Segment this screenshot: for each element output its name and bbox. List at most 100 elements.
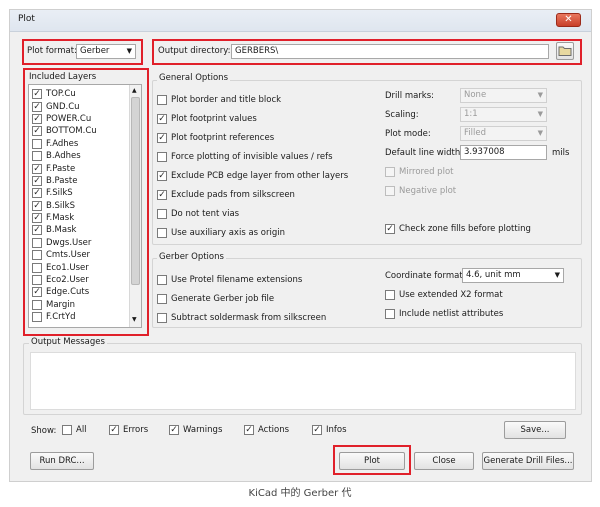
check-zone-fills-box[interactable]: ✓ — [385, 224, 395, 234]
layer-item-box[interactable]: ✓ — [32, 188, 42, 199]
general-option-checkbox[interactable]: Force plotting of invisible values / ref… — [157, 147, 348, 166]
drill-marks-select[interactable]: None ▼ — [460, 88, 547, 103]
layer-item-checkbox[interactable]: ✓ TOP.Cu — [32, 88, 97, 100]
scaling-select[interactable]: 1:1 ▼ — [460, 107, 547, 122]
layer-item-box[interactable]: ✓ — [32, 89, 42, 100]
extended-x2-checkbox[interactable]: Use extended X2 format — [385, 290, 503, 300]
layer-item-box[interactable]: ✓ — [32, 175, 42, 186]
layer-item-checkbox[interactable]: Eco1.User — [32, 261, 97, 273]
gerber-option-box[interactable] — [157, 313, 167, 324]
layer-item-box[interactable] — [32, 250, 42, 261]
show-actions-box[interactable]: ✓ — [244, 425, 254, 435]
general-option-box[interactable] — [157, 151, 167, 162]
show-infos-box[interactable]: ✓ — [312, 425, 322, 435]
coordinate-format-select[interactable]: 4.6, unit mm ▼ — [462, 268, 564, 283]
show-all-box[interactable] — [62, 425, 72, 435]
gerber-option-checkbox[interactable]: Subtract soldermask from silkscreen — [157, 309, 326, 328]
layer-item-checkbox[interactable]: ✓ BOTTOM.Cu — [32, 125, 97, 137]
layer-item-checkbox[interactable]: ✓ GND.Cu — [32, 100, 97, 112]
line-width-input[interactable]: 3.937008 — [460, 145, 547, 160]
show-infos-checkbox[interactable]: ✓ Infos — [312, 425, 347, 435]
layer-item-checkbox[interactable]: Cmts.User — [32, 249, 97, 261]
scroll-up-icon[interactable]: ▲ — [132, 87, 137, 94]
generate-drill-files-button[interactable]: Generate Drill Files... — [482, 452, 574, 470]
general-option-box[interactable]: ✓ — [157, 132, 167, 143]
scroll-down-icon[interactable]: ▼ — [132, 316, 137, 323]
save-button[interactable]: Save... — [504, 421, 566, 439]
gerber-option-checkbox[interactable]: Use Protel filename extensions — [157, 270, 326, 289]
show-actions-checkbox[interactable]: ✓ Actions — [244, 425, 289, 435]
show-warnings-box[interactable]: ✓ — [169, 425, 179, 435]
layer-item-checkbox[interactable]: ✓ POWER.Cu — [32, 113, 97, 125]
general-option-checkbox[interactable]: Plot border and title block — [157, 90, 348, 109]
close-button[interactable]: Close — [414, 452, 474, 470]
layer-item-checkbox[interactable]: Margin — [32, 299, 97, 311]
browse-folder-button[interactable] — [556, 42, 574, 60]
general-option-checkbox[interactable]: ✓ Plot footprint references — [157, 128, 348, 147]
layer-item-checkbox[interactable]: Dwgs.User — [32, 237, 97, 249]
general-option-checkbox[interactable]: Do not tent vias — [157, 205, 348, 224]
drill-marks-label: Drill marks: — [385, 91, 435, 101]
gerber-option-box[interactable] — [157, 274, 167, 285]
window-close-button[interactable]: ✕ — [556, 13, 581, 27]
layer-item-checkbox[interactable]: ✓ F.Paste — [32, 162, 97, 174]
mirrored-plot-checkbox[interactable]: Mirrored plot — [385, 167, 453, 177]
general-option-box[interactable]: ✓ — [157, 170, 167, 181]
layer-item-box[interactable]: ✓ — [32, 287, 42, 298]
layer-item-checkbox[interactable]: ✓ B.Mask — [32, 224, 97, 236]
general-option-checkbox[interactable]: Use auxiliary axis as origin — [157, 224, 348, 243]
layer-item-box[interactable] — [32, 138, 42, 149]
layer-item-box[interactable] — [32, 312, 42, 323]
gerber-option-checkbox[interactable]: Generate Gerber job file — [157, 289, 326, 308]
layer-item-box[interactable] — [32, 275, 42, 286]
layer-item-checkbox[interactable]: ✓ B.SilkS — [32, 200, 97, 212]
show-errors-checkbox[interactable]: ✓ Errors — [109, 425, 148, 435]
extended-x2-box[interactable] — [385, 290, 395, 300]
general-option-checkbox[interactable]: ✓ Plot footprint values — [157, 109, 348, 128]
layer-item-checkbox[interactable]: B.Adhes — [32, 150, 97, 162]
layer-item-box[interactable]: ✓ — [32, 200, 42, 211]
layer-item-box[interactable]: ✓ — [32, 163, 42, 174]
layer-item-box[interactable] — [32, 262, 42, 273]
show-errors-box[interactable]: ✓ — [109, 425, 119, 435]
output-directory-input[interactable]: GERBERS\ — [231, 44, 549, 59]
layer-item-checkbox[interactable]: ✓ B.Paste — [32, 175, 97, 187]
layer-item-checkbox[interactable]: F.CrtYd — [32, 311, 97, 323]
layer-item-box[interactable]: ✓ — [32, 126, 42, 137]
layer-item-checkbox[interactable]: ✓ Edge.Cuts — [32, 286, 97, 298]
plot-button[interactable]: Plot — [339, 452, 405, 470]
layer-item-checkbox[interactable]: Eco2.User — [32, 274, 97, 286]
output-messages-area[interactable] — [30, 352, 576, 410]
layer-item-box[interactable] — [32, 299, 42, 310]
run-drc-button[interactable]: Run DRC... — [30, 452, 94, 470]
layer-item-box[interactable] — [32, 151, 42, 162]
show-all-checkbox[interactable]: All — [62, 425, 87, 435]
layer-item-box[interactable]: ✓ — [32, 101, 42, 112]
general-option-box[interactable] — [157, 228, 167, 239]
netlist-attributes-checkbox[interactable]: Include netlist attributes — [385, 309, 503, 319]
show-warnings-checkbox[interactable]: ✓ Warnings — [169, 425, 222, 435]
general-option-checkbox[interactable]: ✓ Exclude pads from silkscreen — [157, 185, 348, 204]
gerber-option-box[interactable] — [157, 293, 167, 304]
general-option-box[interactable]: ✓ — [157, 190, 167, 201]
plot-mode-select[interactable]: Filled ▼ — [460, 126, 547, 141]
layers-scrollbar[interactable]: ▲ ▼ — [129, 85, 141, 327]
layers-scroll-thumb[interactable] — [131, 97, 140, 285]
negative-plot-box[interactable] — [385, 186, 395, 196]
check-zone-fills-checkbox[interactable]: ✓ Check zone fills before plotting — [385, 224, 531, 234]
layer-item-box[interactable]: ✓ — [32, 213, 42, 224]
layer-item-checkbox[interactable]: ✓ F.SilkS — [32, 187, 97, 199]
netlist-attributes-box[interactable] — [385, 309, 395, 319]
layer-item-box[interactable]: ✓ — [32, 225, 42, 236]
plot-format-select[interactable]: Gerber ▼ — [76, 44, 136, 59]
layer-item-box[interactable]: ✓ — [32, 113, 42, 124]
general-option-box[interactable] — [157, 209, 167, 220]
mirrored-plot-box[interactable] — [385, 167, 395, 177]
negative-plot-checkbox[interactable]: Negative plot — [385, 186, 456, 196]
general-option-box[interactable] — [157, 94, 167, 105]
layer-item-checkbox[interactable]: ✓ F.Mask — [32, 212, 97, 224]
layer-item-box[interactable] — [32, 237, 42, 248]
layer-item-checkbox[interactable]: F.Adhes — [32, 138, 97, 150]
general-option-box[interactable]: ✓ — [157, 113, 167, 124]
general-option-checkbox[interactable]: ✓ Exclude PCB edge layer from other layer… — [157, 166, 348, 185]
